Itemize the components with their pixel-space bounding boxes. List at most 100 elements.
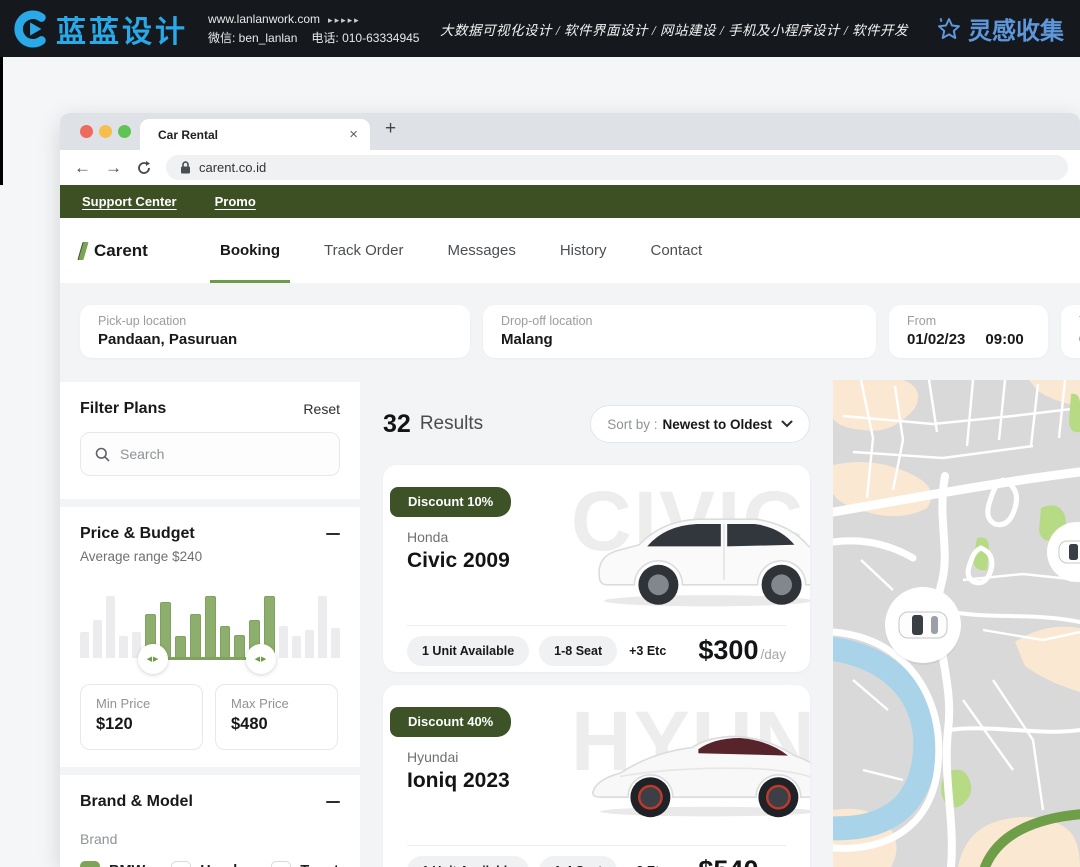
- main-navigation: Carent Booking Track Order Messages Hist…: [60, 218, 1080, 283]
- to-datetime-field[interactable]: To 09:00: [1061, 305, 1080, 358]
- map-panel[interactable]: [833, 380, 1080, 867]
- forward-icon[interactable]: →: [105, 159, 122, 176]
- brand-option-1[interactable]: Honda: [171, 861, 245, 867]
- studio-logo-icon: [12, 10, 50, 48]
- star-icon: [936, 16, 962, 42]
- histogram-bar: [80, 632, 89, 658]
- checkbox[interactable]: [171, 861, 191, 867]
- sort-dropdown[interactable]: Sort by : Newest to Oldest: [590, 405, 810, 443]
- nav-item-track-order[interactable]: Track Order: [324, 218, 403, 283]
- nav-item-history[interactable]: History: [560, 218, 607, 283]
- collapse-minus-icon[interactable]: [326, 801, 340, 803]
- discount-badge: Discount 10%: [390, 487, 511, 517]
- nav-item-booking[interactable]: Booking: [220, 218, 280, 283]
- url-bar[interactable]: carent.co.id: [166, 155, 1068, 180]
- from-label: From: [907, 314, 1030, 328]
- range-handle-min[interactable]: ◀▶: [138, 644, 168, 674]
- site-topbar: Support Center Promo: [60, 185, 1080, 218]
- histogram-bar: [106, 596, 115, 658]
- tab-title: Car Rental: [158, 128, 349, 142]
- min-price-field[interactable]: Min Price $120: [80, 684, 203, 750]
- per-day-label: /day: [760, 647, 786, 662]
- pickup-location-field[interactable]: Pick-up location Pandaan, Pasuruan: [80, 305, 470, 358]
- back-icon[interactable]: ←: [74, 159, 91, 176]
- studio-wechat: 微信: ben_lanlan: [208, 31, 297, 45]
- range-handle-max[interactable]: ◀▶: [246, 644, 276, 674]
- studio-phone: 电话: 010-63334945: [311, 31, 419, 45]
- dropoff-value: Malang: [501, 331, 858, 348]
- from-datetime-field[interactable]: From 01/02/2309:00: [889, 305, 1048, 358]
- histogram-bar: [190, 614, 201, 658]
- seats-pill: 1-4 Seat: [539, 856, 617, 867]
- traffic-zoom-button[interactable]: [118, 125, 131, 138]
- carent-logo[interactable]: Carent: [80, 241, 208, 261]
- histogram-bar: [220, 626, 231, 658]
- reset-filters-button[interactable]: Reset: [303, 401, 340, 417]
- new-tab-button[interactable]: +: [385, 118, 396, 140]
- price-budget-title: Price & Budget: [80, 525, 195, 543]
- studio-logo: 蓝蓝设计: [12, 7, 188, 51]
- pickup-label: Pick-up location: [98, 314, 452, 328]
- price-per-day: $300: [698, 635, 758, 666]
- checkbox[interactable]: [80, 861, 100, 867]
- price-budget-panel: Price & Budget Average range $240 ◀▶ ◀▶ …: [60, 507, 360, 767]
- car-card-ioniq[interactable]: HYUN Discount 40% Hyundai Ioniq 2023 1 U…: [383, 685, 810, 867]
- browser-window: Car Rental × + ← → carent.co.id Support …: [60, 113, 1080, 867]
- histogram-bar: [318, 596, 327, 658]
- pickup-value: Pandaan, Pasuruan: [98, 331, 452, 348]
- divider: [407, 845, 786, 846]
- studio-website[interactable]: www.lanlanwork.com: [208, 12, 320, 26]
- dropoff-location-field[interactable]: Drop-off location Malang: [483, 305, 876, 358]
- divider: [407, 625, 786, 626]
- design-studio-banner: 蓝蓝设计 www.lanlanwork.com▸▸▸▸▸ 微信: ben_lan…: [0, 0, 1080, 57]
- filter-searchbox[interactable]: [80, 432, 340, 476]
- histogram-bar: [279, 626, 288, 658]
- histogram-bar: [305, 630, 314, 658]
- units-pill: 1 Unit Available: [407, 856, 529, 867]
- average-range-text: Average range $240: [80, 549, 340, 564]
- dropoff-label: Drop-off location: [501, 314, 858, 328]
- map-car-marker[interactable]: [885, 587, 961, 665]
- search-input[interactable]: [120, 446, 300, 462]
- refresh-icon[interactable]: [136, 160, 152, 176]
- url-text: carent.co.id: [199, 160, 266, 175]
- map-canvas: [833, 380, 1080, 867]
- left-edge-strip: [0, 57, 3, 185]
- checkbox[interactable]: [271, 861, 291, 867]
- support-center-link[interactable]: Support Center: [82, 194, 177, 209]
- results-count: 32: [383, 410, 411, 439]
- max-price-label: Max Price: [231, 696, 322, 711]
- extra-features-text: +3 Etc: [629, 644, 666, 658]
- sort-label: Sort by :: [607, 417, 657, 432]
- tab-close-icon[interactable]: ×: [349, 126, 358, 143]
- car-card-civic[interactable]: CIVIC Discount 10% Honda Civic 2009 1 Un…: [383, 465, 810, 672]
- brand-option-0[interactable]: BMW: [80, 861, 145, 867]
- brand-option-2[interactable]: Toyota: [271, 861, 346, 867]
- site-viewport: Support Center Promo Carent Booking Trac…: [60, 185, 1080, 867]
- price-histogram-bars: [80, 594, 340, 658]
- max-price-value: $480: [231, 715, 322, 734]
- chevron-down-icon: [781, 420, 793, 428]
- brand-model-title: Brand & Model: [80, 793, 193, 811]
- traffic-minimize-button[interactable]: [99, 125, 112, 138]
- histogram-bar: [292, 636, 301, 658]
- active-tab-underline: [210, 280, 290, 283]
- histogram-bar: [93, 620, 102, 658]
- price-per-day: $540: [698, 855, 758, 867]
- inspiration-collect[interactable]: 灵感收集: [936, 11, 1064, 46]
- studio-services: 大数据可视化设计 / 软件界面设计 / 网站建设 / 手机及小程序设计 / 软件…: [440, 19, 908, 39]
- discount-badge: Discount 40%: [390, 707, 511, 737]
- brand-model-panel: Brand & Model Brand BMW Honda Toy: [60, 775, 360, 867]
- price-histogram: ◀▶ ◀▶: [80, 578, 340, 658]
- car-image-civic: [588, 491, 810, 621]
- max-price-field[interactable]: Max Price $480: [215, 684, 338, 750]
- nav-item-contact[interactable]: Contact: [651, 218, 703, 283]
- nav-item-messages[interactable]: Messages: [447, 218, 515, 283]
- traffic-close-button[interactable]: [80, 125, 93, 138]
- browser-toolbar: ← → carent.co.id: [60, 150, 1080, 185]
- collapse-minus-icon[interactable]: [326, 533, 340, 535]
- browser-tab[interactable]: Car Rental ×: [140, 119, 370, 150]
- promo-link[interactable]: Promo: [215, 194, 256, 209]
- collect-label: 灵感收集: [968, 11, 1064, 46]
- car-model: Ioniq 2023: [407, 769, 510, 793]
